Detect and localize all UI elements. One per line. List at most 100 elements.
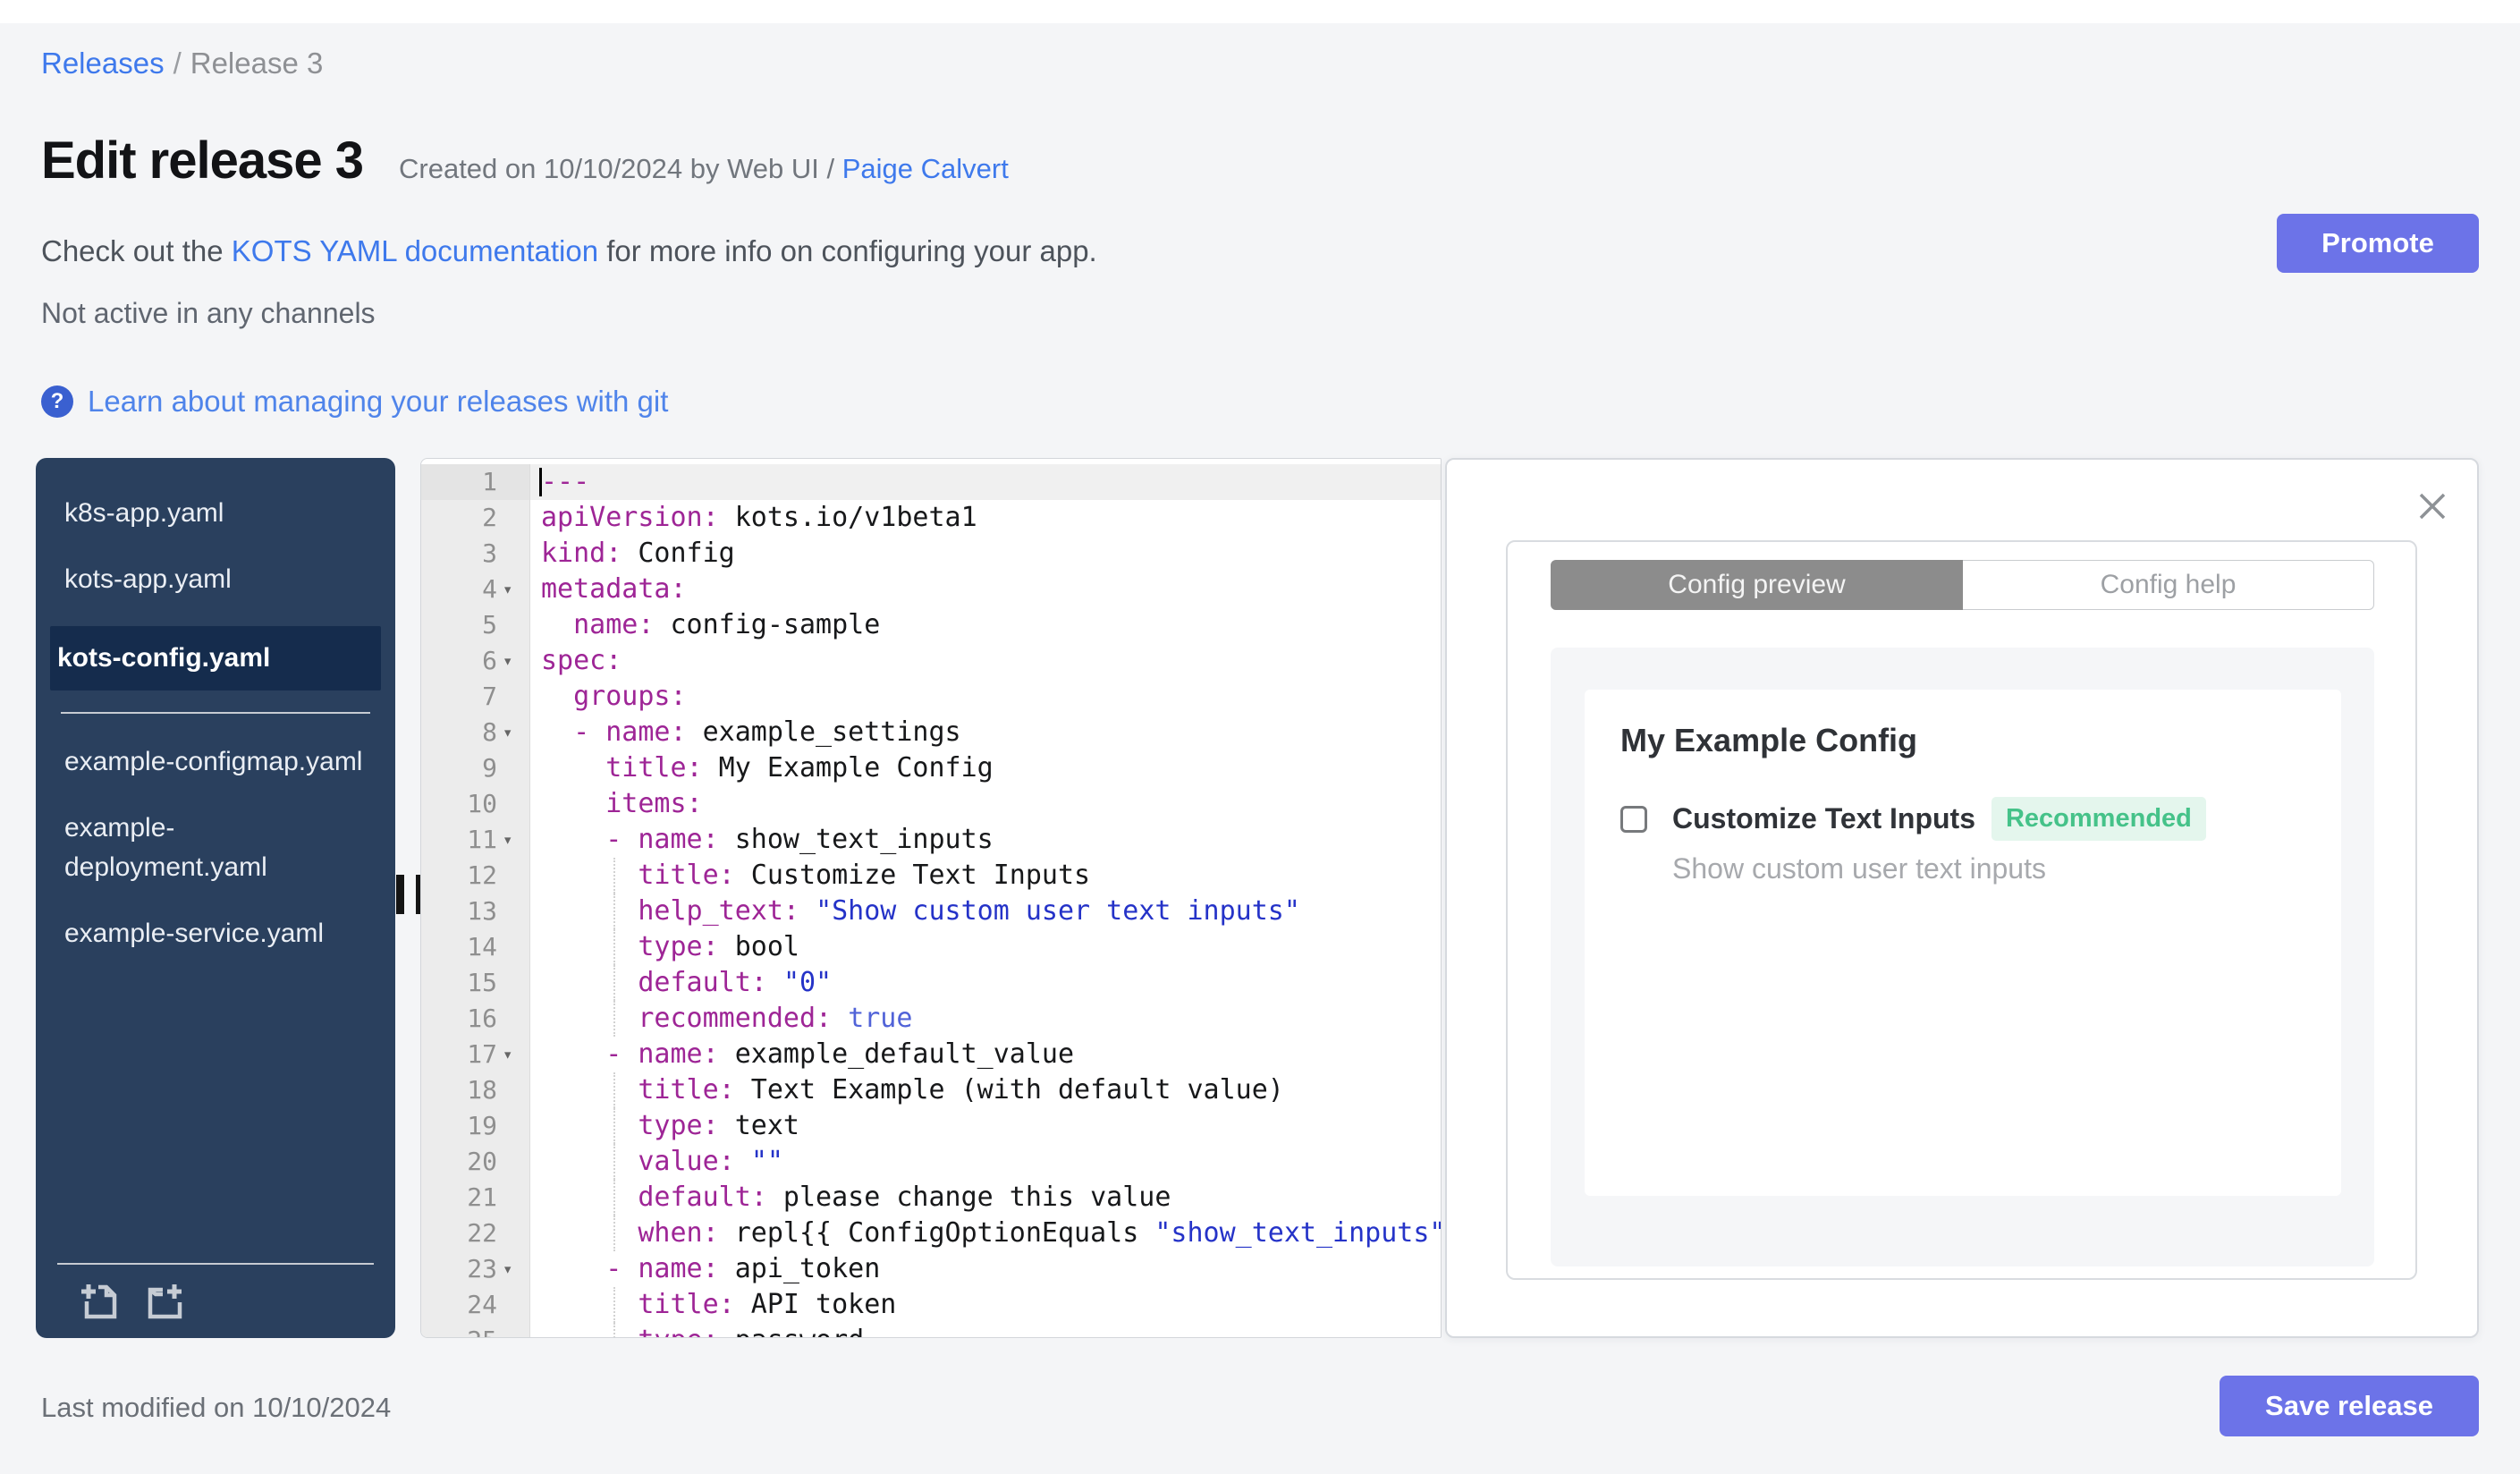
line-number: 1 bbox=[482, 467, 497, 496]
code-content[interactable]: - name: example_default_value bbox=[530, 1037, 1441, 1072]
fold-arrow-icon[interactable]: ▾ bbox=[503, 715, 529, 750]
code-line[interactable]: 2 apiVersion: kots.io/v1beta1 bbox=[421, 500, 1441, 536]
code-content[interactable]: default: please change this value bbox=[530, 1180, 1441, 1216]
config-item-help-text: Show custom user text inputs bbox=[1672, 852, 2046, 885]
code-content[interactable]: when: repl{{ ConfigOptionEquals "show_te… bbox=[530, 1216, 1441, 1251]
code-content[interactable]: title: Customize Text Inputs bbox=[530, 858, 1441, 894]
breadcrumb-releases-link[interactable]: Releases bbox=[41, 47, 165, 80]
created-user-link[interactable]: Paige Calvert bbox=[842, 153, 1009, 184]
code-line[interactable]: 12 title: Customize Text Inputs bbox=[421, 858, 1441, 894]
code-token-key: default: bbox=[638, 1182, 767, 1213]
code-line[interactable]: 21 default: please change this value bbox=[421, 1180, 1441, 1216]
code-content[interactable]: default: "0" bbox=[530, 965, 1441, 1001]
code-line[interactable]: 15 default: "0" bbox=[421, 965, 1441, 1001]
yaml-code-editor[interactable]: 1 --- 2 apiVersion: kots.io/v1beta1 3 kind: C… bbox=[420, 458, 1442, 1338]
tab-config-preview[interactable]: Config preview bbox=[1551, 560, 1963, 610]
code-line[interactable]: 19 type: text bbox=[421, 1108, 1441, 1144]
code-line[interactable]: 25 type: password bbox=[421, 1323, 1441, 1337]
customize-text-inputs-checkbox[interactable] bbox=[1620, 805, 1647, 833]
code-content[interactable]: groups: bbox=[530, 679, 1441, 715]
code-token-key: items: bbox=[605, 788, 703, 819]
code-content[interactable]: recommended: true bbox=[530, 1001, 1441, 1037]
code-token-plain: My Example Config bbox=[702, 752, 994, 784]
file-list: k8s-app.yaml kots-app.yaml kots-config.yam… bbox=[36, 458, 395, 953]
code-line[interactable]: 5 name: config-sample bbox=[421, 607, 1441, 643]
line-gutter: 12 bbox=[421, 858, 530, 894]
code-line[interactable]: 22 when: repl{{ ConfigOptionEquals "show… bbox=[421, 1216, 1441, 1251]
git-releases-link[interactable]: Learn about managing your releases with … bbox=[88, 385, 668, 419]
code-line[interactable]: 17 ▾ - name: example_default_value bbox=[421, 1037, 1441, 1072]
code-content[interactable]: title: Text Example (with default value) bbox=[530, 1072, 1441, 1108]
doc-text-before: Check out the bbox=[41, 234, 232, 267]
tab-config-help[interactable]: Config help bbox=[1963, 560, 2374, 610]
file-item-kots-config.yaml[interactable]: kots-config.yaml bbox=[50, 626, 381, 690]
code-line[interactable]: 20 value: "" bbox=[421, 1144, 1441, 1180]
code-content[interactable]: name: config-sample bbox=[530, 607, 1441, 643]
code-line[interactable]: 13 help_text: "Show custom user text inp… bbox=[421, 894, 1441, 929]
code-content[interactable]: apiVersion: kots.io/v1beta1 bbox=[530, 500, 1441, 536]
code-content[interactable]: - name: api_token bbox=[530, 1251, 1441, 1287]
fold-arrow-icon[interactable]: ▾ bbox=[503, 822, 529, 858]
file-item-k8s-app.yaml[interactable]: k8s-app.yaml bbox=[57, 494, 374, 533]
add-folder-icon[interactable] bbox=[143, 1280, 186, 1323]
add-file-icon[interactable] bbox=[77, 1280, 120, 1323]
code-content[interactable]: items: bbox=[530, 786, 1441, 822]
code-content[interactable]: type: password bbox=[530, 1323, 1441, 1337]
file-item-example-service.yaml[interactable]: example-service.yaml bbox=[57, 914, 374, 953]
indent-guide bbox=[613, 929, 615, 965]
code-line[interactable]: 18 title: Text Example (with default val… bbox=[421, 1072, 1441, 1108]
code-line[interactable]: 11 ▾ - name: show_text_inputs bbox=[421, 822, 1441, 858]
git-link-row: ? Learn about managing your releases wit… bbox=[41, 385, 668, 419]
config-item-row: Customize Text Inputs Recommended bbox=[1620, 797, 2206, 841]
code-content[interactable]: value: "" bbox=[530, 1144, 1441, 1180]
code-line[interactable]: 8 ▾ - name: example_settings bbox=[421, 715, 1441, 750]
code-content[interactable]: type: bool bbox=[530, 929, 1441, 965]
close-icon[interactable] bbox=[2413, 487, 2452, 526]
file-item-kots-app.yaml[interactable]: kots-app.yaml bbox=[57, 560, 374, 599]
line-gutter: 4 ▾ bbox=[421, 572, 530, 607]
fold-arrow-icon[interactable]: ▾ bbox=[503, 1037, 529, 1072]
line-gutter: 5 bbox=[421, 607, 530, 643]
line-number: 9 bbox=[482, 753, 497, 783]
code-line[interactable]: 1 --- bbox=[421, 464, 1441, 500]
promote-button[interactable]: Promote bbox=[2277, 214, 2479, 273]
code-content[interactable]: help_text: "Show custom user text inputs… bbox=[530, 894, 1441, 929]
code-content[interactable]: --- bbox=[530, 464, 1441, 500]
code-token-plain: api_token bbox=[718, 1253, 881, 1284]
code-line[interactable]: 23 ▾ - name: api_token bbox=[421, 1251, 1441, 1287]
code-line[interactable]: 16 recommended: true bbox=[421, 1001, 1441, 1037]
code-content[interactable]: type: text bbox=[530, 1108, 1441, 1144]
code-line[interactable]: 14 type: bool bbox=[421, 929, 1441, 965]
code-token-key: title: bbox=[605, 752, 703, 784]
code-content[interactable]: - name: example_settings bbox=[530, 715, 1441, 750]
fold-arrow-icon[interactable]: ▾ bbox=[503, 572, 529, 607]
save-release-button[interactable]: Save release bbox=[2220, 1376, 2479, 1436]
code-content[interactable]: title: API token bbox=[530, 1287, 1441, 1323]
file-item-example-configmap.yaml[interactable]: example-configmap.yaml bbox=[57, 742, 374, 782]
fold-arrow-icon[interactable]: ▾ bbox=[503, 643, 529, 679]
config-preview-panel: Config preview Config help My Example Co… bbox=[1445, 458, 2479, 1338]
code-line[interactable]: 9 title: My Example Config bbox=[421, 750, 1441, 786]
code-line[interactable]: 4 ▾ metadata: bbox=[421, 572, 1441, 607]
code-line[interactable]: 24 title: API token bbox=[421, 1287, 1441, 1323]
file-item-example-deployment.yaml[interactable]: example-deployment.yaml bbox=[57, 809, 374, 887]
code-content[interactable]: metadata: bbox=[530, 572, 1441, 607]
code-line[interactable]: 3 kind: Config bbox=[421, 536, 1441, 572]
code-line[interactable]: 10 items: bbox=[421, 786, 1441, 822]
recommended-badge: Recommended bbox=[1991, 797, 2206, 841]
code-line[interactable]: 7 groups: bbox=[421, 679, 1441, 715]
line-gutter: 16 bbox=[421, 1001, 530, 1037]
code-line[interactable]: 6 ▾ spec: bbox=[421, 643, 1441, 679]
code-content[interactable]: - name: show_text_inputs bbox=[530, 822, 1441, 858]
code-content[interactable]: title: My Example Config bbox=[530, 750, 1441, 786]
page: Releases / Release 3 Edit release 3 Create… bbox=[0, 0, 2520, 1474]
line-gutter: 7 bbox=[421, 679, 530, 715]
kots-yaml-doc-link[interactable]: KOTS YAML documentation bbox=[232, 234, 598, 267]
fold-arrow-icon[interactable]: ▾ bbox=[503, 1251, 529, 1287]
code-content[interactable]: spec: bbox=[530, 643, 1441, 679]
code-content[interactable]: kind: Config bbox=[530, 536, 1441, 572]
